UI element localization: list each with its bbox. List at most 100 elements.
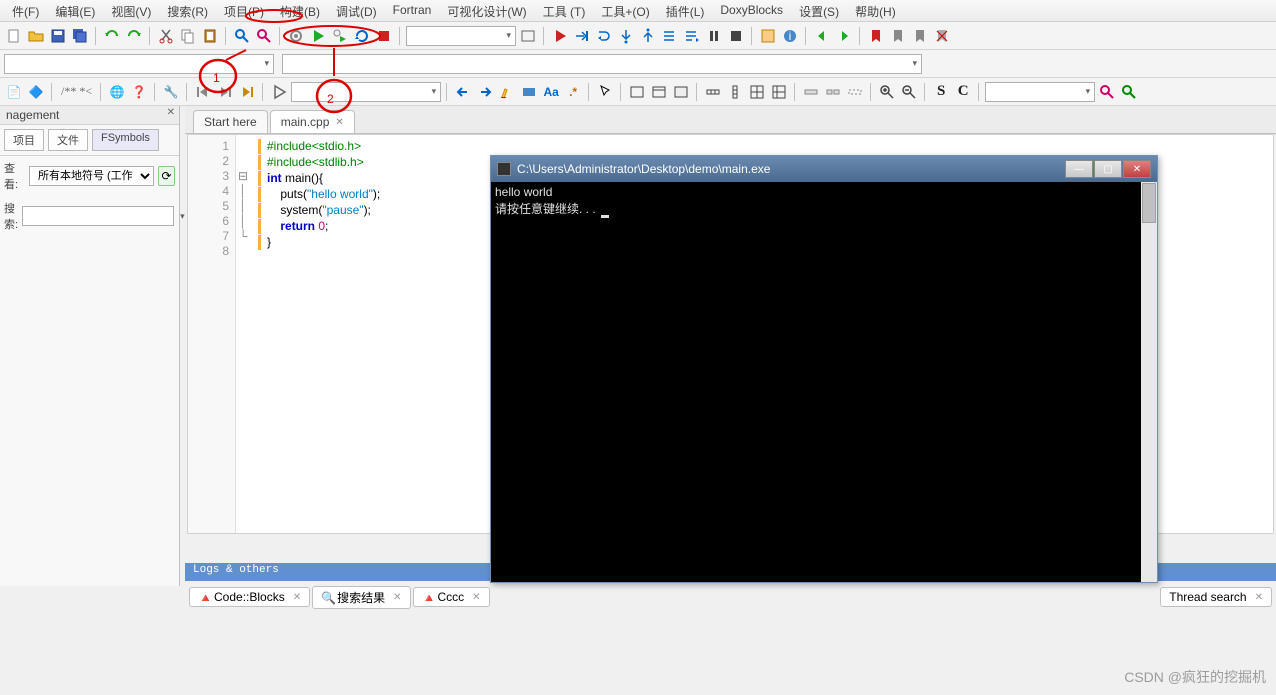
fold-column[interactable]: ⊟│││└: [236, 135, 250, 533]
menu-debug[interactable]: 调试(D): [328, 0, 385, 21]
console-window[interactable]: C:\Users\Administrator\Desktop\demo\main…: [490, 155, 1158, 583]
prev-func-icon[interactable]: [193, 82, 213, 102]
jump-back-icon[interactable]: [812, 26, 832, 46]
tab-close-icon[interactable]: ✕: [335, 117, 343, 128]
step-out-icon[interactable]: [638, 26, 658, 46]
info-icon[interactable]: i: [780, 26, 800, 46]
case-icon[interactable]: Aa: [541, 82, 561, 102]
bookmark-next-icon[interactable]: [910, 26, 930, 46]
frame-icon[interactable]: [649, 82, 669, 102]
cut-icon[interactable]: [156, 26, 176, 46]
find-thread-icon[interactable]: [1119, 82, 1139, 102]
stop-debugger-icon[interactable]: [726, 26, 746, 46]
search-combo[interactable]: [985, 82, 1095, 102]
step-into-icon[interactable]: [616, 26, 636, 46]
menu-edit[interactable]: 编辑(E): [47, 0, 103, 21]
close-icon[interactable]: ✕: [472, 592, 480, 603]
close-icon[interactable]: ✕: [393, 592, 401, 603]
management-close-icon[interactable]: ✕: [167, 107, 175, 118]
next-instr-icon[interactable]: [660, 26, 680, 46]
save-icon[interactable]: [48, 26, 68, 46]
mgmt-tab-files[interactable]: 文件: [48, 129, 88, 151]
menu-plugins[interactable]: 插件(L): [658, 0, 713, 21]
find-options-icon[interactable]: [1097, 82, 1117, 102]
zoom-out-icon[interactable]: [899, 82, 919, 102]
zoom-in-icon[interactable]: [877, 82, 897, 102]
bookmark-clear-icon[interactable]: [932, 26, 952, 46]
abort-icon[interactable]: [374, 26, 394, 46]
run-icon[interactable]: [308, 26, 328, 46]
dialog-icon[interactable]: [627, 82, 647, 102]
next-func-icon[interactable]: [215, 82, 235, 102]
fortran-compile-icon[interactable]: [269, 82, 289, 102]
doxy-icon[interactable]: 📄: [4, 82, 24, 102]
build-target-combo[interactable]: [406, 26, 516, 46]
s-letter-icon[interactable]: S: [931, 82, 951, 102]
console-titlebar[interactable]: C:\Users\Administrator\Desktop\demo\main…: [491, 156, 1157, 182]
back-icon[interactable]: [453, 82, 473, 102]
sizer-v-icon[interactable]: [725, 82, 745, 102]
console-minimize-button[interactable]: —: [1065, 160, 1093, 178]
select-icon[interactable]: [519, 82, 539, 102]
console-maximize-button[interactable]: ▢: [1094, 160, 1122, 178]
mgmt-tab-fsymbols[interactable]: FSymbols: [92, 129, 159, 151]
symbol-combo[interactable]: [282, 54, 922, 74]
tab-main-cpp[interactable]: main.cpp✕: [270, 110, 355, 133]
next-line-icon[interactable]: [594, 26, 614, 46]
bookmark-toggle-icon[interactable]: [866, 26, 886, 46]
close-icon[interactable]: ✕: [1255, 592, 1263, 603]
break-debugger-icon[interactable]: [704, 26, 724, 46]
btab-codeblocks[interactable]: 🔺Code::Blocks✕: [189, 587, 310, 607]
menu-build[interactable]: 构建(B): [272, 0, 328, 21]
debug-windows-icon[interactable]: [758, 26, 778, 46]
close-icon[interactable]: ✕: [293, 592, 301, 603]
scope-combo[interactable]: [4, 54, 274, 74]
save-all-icon[interactable]: [70, 26, 90, 46]
btab-searchresults[interactable]: 🔍搜索结果✕: [312, 586, 410, 609]
open-file-icon[interactable]: [26, 26, 46, 46]
redo-icon[interactable]: [124, 26, 144, 46]
menu-settings[interactable]: 设置(S): [791, 0, 847, 21]
sizer-h-icon[interactable]: [703, 82, 723, 102]
menu-view[interactable]: 视图(V): [103, 0, 159, 21]
forward-icon[interactable]: [475, 82, 495, 102]
grid-sizer-icon[interactable]: [747, 82, 767, 102]
build-run-icon[interactable]: [330, 26, 350, 46]
target-icon[interactable]: [518, 26, 538, 46]
run-to-cursor-icon[interactable]: [572, 26, 592, 46]
mgmt-tab-projects[interactable]: 项目: [4, 129, 44, 151]
doxy-config-icon[interactable]: 🔧: [161, 82, 181, 102]
bookmark-prev-icon[interactable]: [888, 26, 908, 46]
spacer2-icon[interactable]: [823, 82, 843, 102]
rebuild-icon[interactable]: [352, 26, 372, 46]
console-scrollbar[interactable]: [1141, 182, 1157, 582]
jump-fwd-icon[interactable]: [834, 26, 854, 46]
btab-threadsearch[interactable]: Thread search✕: [1160, 587, 1272, 607]
refresh-symbols-icon[interactable]: ⟳: [158, 166, 175, 186]
menu-toolsplus[interactable]: 工具+(O): [593, 0, 657, 21]
flex-sizer-icon[interactable]: [769, 82, 789, 102]
menu-tools[interactable]: 工具 (T): [535, 0, 594, 21]
last-func-icon[interactable]: [237, 82, 257, 102]
menu-search[interactable]: 搜索(R): [159, 0, 216, 21]
tab-start-here[interactable]: Start here: [193, 110, 268, 133]
menu-wxsmith[interactable]: 可视化设计(W): [439, 0, 534, 21]
menu-fortran[interactable]: Fortran: [385, 0, 440, 21]
replace-icon[interactable]: [254, 26, 274, 46]
look-select[interactable]: 所有本地符号 (工作: [29, 166, 154, 186]
symbol-search-input[interactable]: [22, 206, 174, 226]
paste-icon[interactable]: [200, 26, 220, 46]
c-letter-icon[interactable]: C: [953, 82, 973, 102]
undo-icon[interactable]: [102, 26, 122, 46]
panel-icon[interactable]: [671, 82, 691, 102]
doxy-html-icon[interactable]: 🌐: [107, 82, 127, 102]
copy-icon[interactable]: [178, 26, 198, 46]
cursor-icon[interactable]: [595, 82, 615, 102]
doxy-block-icon[interactable]: /** *<: [58, 82, 95, 102]
menu-file[interactable]: 件(F): [4, 0, 47, 21]
regex-icon[interactable]: .*: [563, 82, 583, 102]
new-file-icon[interactable]: [4, 26, 24, 46]
fortran-combo[interactable]: [291, 82, 441, 102]
doxy-run-icon[interactable]: 🔷: [26, 82, 46, 102]
console-close-button[interactable]: ✕: [1123, 160, 1151, 178]
